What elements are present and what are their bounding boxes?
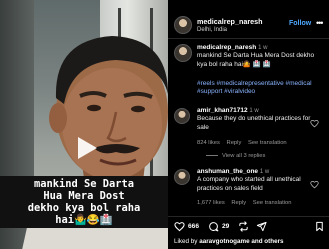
caption-text: mankind Se Darta Hua Mera Dost dekho kya… xyxy=(197,52,315,68)
comment-age: 1 w xyxy=(249,108,259,114)
post-side-panel: medicalrep_naresh Delhi, India Follow ••… xyxy=(168,0,329,249)
author-avatar[interactable] xyxy=(174,16,192,34)
caption-username[interactable]: medicalrep_naresh xyxy=(197,44,256,51)
post-caption: medicalrep_naresh 1 w mankind Se Darta H… xyxy=(197,44,323,69)
comment-likes[interactable]: 824 likes xyxy=(197,140,220,146)
action-bar: 666 29 xyxy=(174,221,326,235)
comment-text: Because they do unethical practices for … xyxy=(197,115,311,131)
comment-meta: 824 likes Reply See translation xyxy=(197,140,292,146)
comment-translate-button[interactable]: See translation xyxy=(253,200,292,206)
comment-likes[interactable]: 1,677 likes xyxy=(197,200,225,206)
header-divider xyxy=(168,38,329,39)
comment-icon[interactable] xyxy=(208,221,219,232)
commenter-avatar[interactable] xyxy=(174,108,190,124)
save-icon[interactable] xyxy=(314,221,325,232)
liked-by-user[interactable]: aaravgotnogame xyxy=(199,238,249,245)
repost-icon[interactable] xyxy=(238,221,249,232)
comment-count[interactable]: 29 xyxy=(222,223,229,230)
comment-body: anshuman_the_one 1 w A company who start… xyxy=(197,168,315,193)
comment-reply-button[interactable]: Reply xyxy=(231,200,246,206)
replies-line xyxy=(206,154,218,156)
post-location[interactable]: Delhi, India xyxy=(197,27,227,33)
reel-video[interactable]: mankind Se Darta Hua Mera Dost dekho kya… xyxy=(0,0,168,249)
comment-username[interactable]: anshuman_the_one xyxy=(197,168,258,175)
comment-body: amir_khan71712 1 w Because they do uneth… xyxy=(197,107,315,132)
liked-by-prefix: Liked by xyxy=(174,238,198,245)
commenter-avatar[interactable] xyxy=(174,169,190,185)
view-replies-button[interactable]: View all 3 replies xyxy=(206,153,265,159)
post-header: medicalrep_naresh Delhi, India Follow ••… xyxy=(174,13,326,39)
comment-username[interactable]: amir_khan71712 xyxy=(197,107,248,114)
caption-age: 1 w xyxy=(258,45,268,51)
actions-divider xyxy=(168,216,329,217)
comment-text: A company who started all unethical prac… xyxy=(197,176,301,192)
comment-meta: 1,677 likes Reply See translation xyxy=(197,200,296,206)
caption-hashtags[interactable]: #reels #medicalrepresentative #medical #… xyxy=(197,80,323,97)
author-avatar-small[interactable] xyxy=(174,44,192,62)
comment-like-icon[interactable] xyxy=(310,119,319,128)
liked-by-others[interactable]: and others xyxy=(251,238,283,245)
comment-translate-button[interactable]: See translation xyxy=(248,140,287,146)
liked-by-line: Liked by aaravgotnogame and others xyxy=(174,238,284,245)
follow-button[interactable]: Follow xyxy=(289,20,311,27)
comment-age: 1 w xyxy=(259,169,270,175)
like-icon[interactable] xyxy=(174,221,185,232)
play-icon[interactable] xyxy=(72,134,100,162)
comment-like-icon[interactable] xyxy=(310,180,319,189)
like-count[interactable]: 666 xyxy=(188,223,199,230)
share-icon[interactable] xyxy=(256,221,267,232)
author-username[interactable]: medicalrep_naresh xyxy=(197,17,263,26)
video-caption: mankind Se Darta Hua Mera Dost dekho kya… xyxy=(0,176,168,228)
view-replies-label: View all 3 replies xyxy=(222,153,266,159)
comment-reply-button[interactable]: Reply xyxy=(227,140,242,146)
more-options-icon[interactable]: ••• xyxy=(316,18,324,28)
